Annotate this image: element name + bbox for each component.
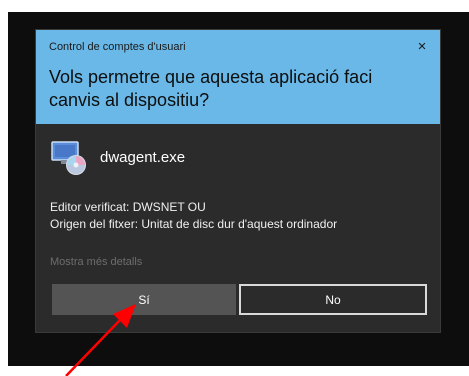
origin-text: Origen del fitxer: Unitat de disc dur d'… — [50, 217, 338, 231]
no-button[interactable]: No — [239, 284, 427, 315]
dialog-title: Control de comptes d'usuari — [49, 41, 186, 53]
publisher-info: Editor verificat: DWSNET OU Origen del f… — [50, 199, 337, 233]
uac-dialog: Control de comptes d'usuari × Vols perme… — [35, 29, 441, 333]
yes-button[interactable]: Sí — [52, 284, 236, 315]
app-icon — [51, 141, 86, 175]
dialog-header: Control de comptes d'usuari × Vols perme… — [36, 30, 440, 124]
close-icon[interactable]: × — [412, 36, 432, 56]
more-details-link[interactable]: Mostra més detalls — [50, 256, 142, 268]
publisher-text: Editor verificat: DWSNET OU — [50, 200, 206, 214]
app-name: dwagent.exe — [100, 148, 186, 166]
dialog-question: Vols permetre que aquesta aplicació faci… — [49, 67, 373, 110]
app-row: dwagent.exe — [50, 138, 185, 176]
